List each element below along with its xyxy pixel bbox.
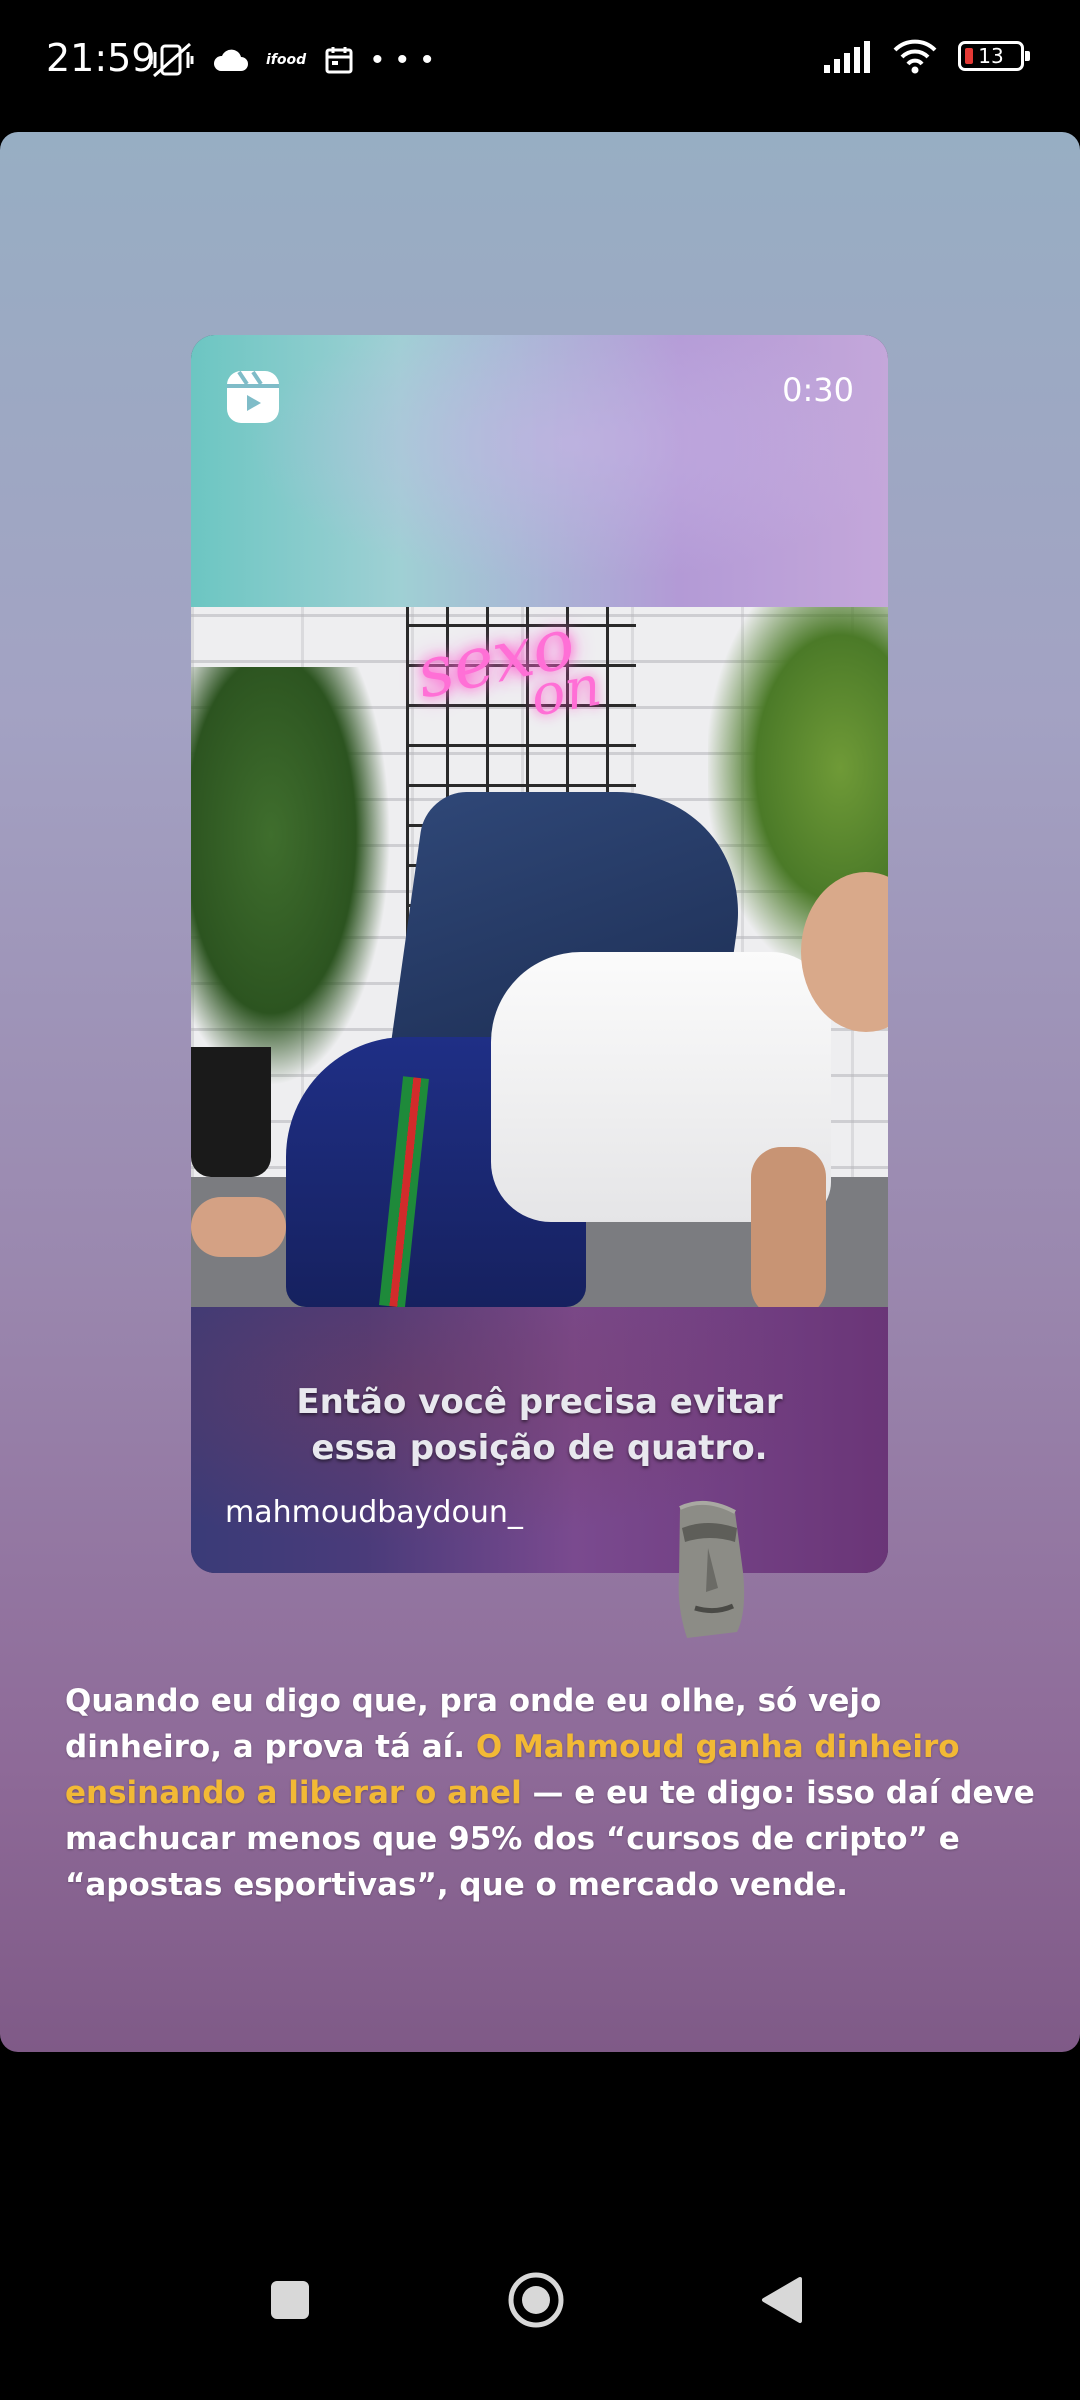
- reel-caption-line1: Então você precisa evitar: [296, 1382, 783, 1422]
- navigation-bar: [0, 2240, 1080, 2400]
- back-triangle-icon: [762, 2277, 802, 2323]
- story-text-line2: dinheiro, a prova tá aí. O Mahmoud ganha…: [65, 1724, 1025, 1770]
- battery-icon: 13: [958, 41, 1030, 71]
- story-text-line5: “apostas esportivas”, que o mercado vend…: [65, 1867, 849, 1903]
- battery-level: 13: [978, 44, 1004, 68]
- home-button[interactable]: [476, 2240, 596, 2360]
- square-icon: [271, 2281, 309, 2319]
- reel-caption: Então você precisa evitar essa posição d…: [191, 1379, 888, 1471]
- moai-sticker[interactable]: [650, 1498, 770, 1648]
- more-notifications-icon: • • •: [372, 43, 436, 76]
- shared-reel-card[interactable]: 0:30 sexo on Então você precisa evitar e…: [191, 335, 888, 1573]
- reel-caption-line2: essa posição de quatro.: [311, 1428, 768, 1468]
- story-text-highlight-2: ensinando a liberar o anel: [65, 1775, 522, 1811]
- story-text-line2-a: dinheiro, a prova tá aí.: [65, 1729, 476, 1765]
- recent-apps-button[interactable]: [230, 2240, 350, 2360]
- ifood-icon: ifood: [266, 52, 307, 68]
- status-notification-icons: ifood • • •: [150, 40, 435, 80]
- home-circle-icon: [508, 2272, 564, 2328]
- vibrate-off-icon: [150, 42, 194, 78]
- reels-icon: [227, 370, 279, 423]
- story-text-line3-b: — e eu te digo: isso daí deve: [521, 1775, 1035, 1811]
- back-button[interactable]: [722, 2240, 842, 2360]
- plant-left: [191, 667, 391, 1087]
- reel-duration: 0:30: [782, 371, 854, 409]
- story-text-line1: Quando eu digo que, pra onde eu olhe, só…: [65, 1683, 882, 1719]
- person-arm: [751, 1147, 826, 1307]
- cloud-icon: [213, 49, 248, 71]
- reel-username[interactable]: mahmoudbaydoun_: [225, 1495, 523, 1530]
- story-text-highlight-1: O Mahmoud ganha dinheiro: [475, 1729, 960, 1765]
- calendar-icon: [325, 47, 353, 74]
- status-bar: 21:59 ifood • • • 13: [0, 0, 1080, 122]
- status-time: 21:59: [46, 36, 156, 80]
- story-text-line4: machucar menos que 95% dos “cursos de cr…: [65, 1821, 960, 1857]
- person-foot: [191, 1197, 286, 1257]
- wifi-icon: [893, 39, 937, 74]
- story-text: Quando eu digo que, pra onde eu olhe, só…: [65, 1678, 1035, 1908]
- neon-sign-2: on: [525, 653, 606, 730]
- plant-pot-left: [191, 1047, 271, 1177]
- status-system-icons: 13: [822, 38, 1030, 74]
- story-text-line3: ensinando a liberar o anel — e eu te dig…: [65, 1770, 1035, 1816]
- story-post[interactable]: 0:30 sexo on Então você precisa evitar e…: [0, 132, 1080, 2052]
- signal-icon: [824, 41, 870, 73]
- reel-video-thumbnail[interactable]: sexo on: [191, 607, 888, 1307]
